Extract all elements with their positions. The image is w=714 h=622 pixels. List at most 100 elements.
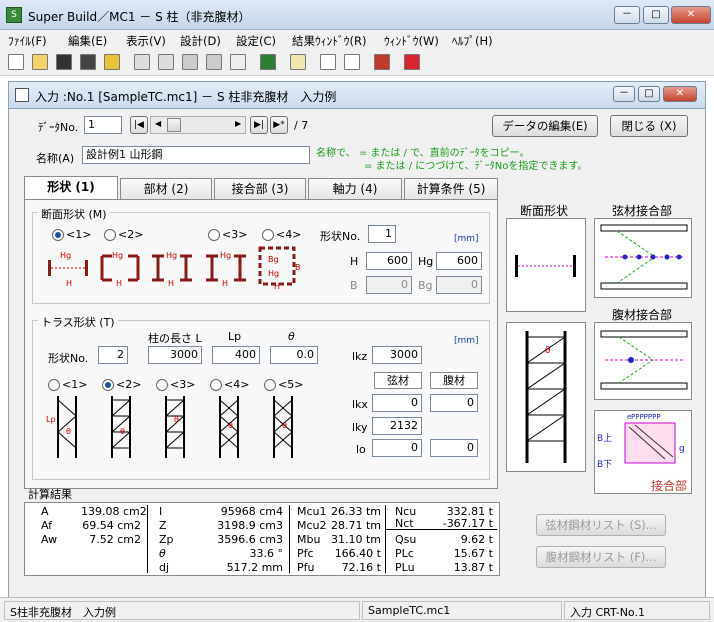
- section-figure: [506, 218, 586, 312]
- record-scrollbar[interactable]: ◀ ▶: [150, 116, 246, 134]
- theta-input[interactable]: 0.0: [270, 346, 318, 364]
- truss-shape-no-input[interactable]: 2: [98, 346, 128, 364]
- column-length-input[interactable]: 3000: [148, 346, 202, 364]
- settings-icon[interactable]: [230, 54, 246, 70]
- joint-detail-figure: PPPPPPP e B上 B下 g 接合部: [594, 410, 692, 494]
- svg-text:Hg: Hg: [60, 251, 71, 260]
- tab-shape[interactable]: 形状 (1): [24, 176, 118, 200]
- truss-radio-2[interactable]: [102, 379, 114, 391]
- edit-data-button[interactable]: データの編集(E): [492, 115, 598, 137]
- lo-web-input[interactable]: 0: [430, 439, 478, 457]
- monitor-icon[interactable]: [260, 54, 276, 70]
- inner-close-button[interactable]: ✕: [663, 86, 697, 102]
- save-as-icon[interactable]: [80, 54, 96, 70]
- minimize-button[interactable]: －: [614, 6, 640, 24]
- joint-detail-label: 接合部: [651, 479, 688, 493]
- menu-view[interactable]: 表示(V): [126, 33, 166, 49]
- tab-member[interactable]: 部材 (2): [120, 178, 212, 199]
- svg-text:θ: θ: [174, 415, 179, 424]
- lkz-input[interactable]: 3000: [372, 346, 422, 364]
- section-radio-3[interactable]: [208, 229, 220, 241]
- lp-input[interactable]: 400: [212, 346, 260, 364]
- new-record-button[interactable]: ▶*: [270, 116, 288, 134]
- svg-text:H: H: [168, 279, 174, 288]
- menu-file[interactable]: ﾌｧｲﾙ(F): [8, 33, 47, 49]
- name-input[interactable]: 設計例1 山形鋼: [82, 146, 310, 164]
- menu-design[interactable]: 設計(D): [180, 33, 221, 49]
- window-title: Super Build／MC1 － S 柱（非充腹材）: [28, 10, 251, 24]
- tab-calc-conditions[interactable]: 計算条件 (5): [404, 178, 498, 199]
- svg-text:B上: B上: [597, 433, 612, 444]
- menu-settings[interactable]: 設定(C): [236, 33, 276, 49]
- preview-icon[interactable]: [158, 54, 174, 70]
- input-window-titlebar: 入力 :No.1 [SampleTC.mc1] － S 柱非充腹材 入力例 － …: [8, 81, 706, 109]
- scroll-thumb[interactable]: [167, 118, 181, 132]
- web-steel-list-button[interactable]: 腹材鋼材リスト (F)...: [536, 546, 666, 568]
- result-name: Pfu: [297, 561, 315, 574]
- hg-input[interactable]: 600: [436, 252, 482, 270]
- truss-radio-1[interactable]: [48, 379, 60, 391]
- scroll-right-icon[interactable]: ▶: [235, 119, 241, 128]
- tab-axial[interactable]: 軸力 (4): [308, 178, 402, 199]
- menu-edit[interactable]: 編集(E): [68, 33, 107, 49]
- menu-help[interactable]: ﾍﾙﾌﾟ(H): [452, 33, 493, 49]
- menu-results-window[interactable]: 結果ｳｨﾝﾄﾞｳ(R): [292, 33, 366, 49]
- lky-chord-input[interactable]: 2132: [372, 417, 422, 435]
- book-icon[interactable]: [374, 54, 390, 70]
- section-shape-no-input[interactable]: 1: [368, 225, 396, 243]
- title-bar: S Super Build／MC1 － S 柱（非充腹材） － □ ✕: [0, 0, 714, 30]
- svg-text:θ: θ: [545, 346, 551, 356]
- svg-text:Hg: Hg: [112, 251, 123, 260]
- svg-text:H: H: [116, 279, 122, 288]
- open-icon[interactable]: [32, 54, 48, 70]
- b-input[interactable]: 0: [366, 276, 412, 294]
- copy-icon[interactable]: [320, 54, 336, 70]
- scroll-left-icon[interactable]: ◀: [155, 119, 161, 128]
- last-record-button[interactable]: ▶|: [250, 116, 268, 134]
- result-value: 139.08 cm2: [81, 505, 147, 518]
- exit-icon[interactable]: [404, 54, 420, 70]
- bg-input[interactable]: 0: [436, 276, 482, 294]
- doc-icon: [15, 88, 29, 102]
- truss-radio-4[interactable]: [210, 379, 222, 391]
- close-button[interactable]: ✕: [671, 6, 711, 24]
- maximize-button[interactable]: □: [643, 6, 669, 24]
- window-tile-icon[interactable]: [344, 54, 360, 70]
- status-file: SampleTC.mc1: [362, 601, 562, 620]
- truss-radio-3[interactable]: [156, 379, 168, 391]
- section-radio-4[interactable]: [262, 229, 274, 241]
- close-dialog-button[interactable]: 閉じる (X): [610, 115, 688, 137]
- truss-option-2: <2>: [116, 378, 142, 391]
- lkx-web-input[interactable]: 0: [430, 394, 478, 412]
- folder-icon[interactable]: [104, 54, 120, 70]
- truss-radio-5[interactable]: [264, 379, 276, 391]
- result-name: Qsu: [395, 533, 417, 546]
- result-value: 69.54 cm2: [82, 519, 141, 532]
- inner-minimize-button[interactable]: －: [613, 86, 635, 102]
- toolbar: [0, 50, 714, 76]
- save-icon[interactable]: [56, 54, 72, 70]
- result-value: 7.52 cm2: [89, 533, 141, 546]
- tab-joint[interactable]: 接合部 (3): [214, 178, 306, 199]
- section-group-label: 断面形状 (M): [38, 206, 110, 222]
- lo-chord-input[interactable]: 0: [372, 439, 422, 457]
- document-icon[interactable]: [290, 54, 306, 70]
- svg-text:H: H: [222, 279, 228, 288]
- inner-maximize-button[interactable]: □: [638, 86, 660, 102]
- print-icon[interactable]: [134, 54, 150, 70]
- section-radio-1[interactable]: [52, 229, 64, 241]
- result-value: 28.71 tm: [330, 519, 381, 532]
- h-input[interactable]: 600: [366, 252, 412, 270]
- print-setup-icon[interactable]: [182, 54, 198, 70]
- first-record-button[interactable]: |◀: [130, 116, 148, 134]
- section-radio-2[interactable]: [104, 229, 116, 241]
- lkx-chord-input[interactable]: 0: [372, 394, 422, 412]
- svg-text:PPPPPPP: PPPPPPP: [631, 413, 661, 421]
- data-no-input[interactable]: 1: [84, 116, 122, 134]
- new-icon[interactable]: [8, 54, 24, 70]
- svg-text:θ: θ: [282, 421, 287, 430]
- result-name: Zp: [159, 533, 174, 546]
- chord-steel-list-button[interactable]: 弦材鋼材リスト (S)...: [536, 514, 666, 536]
- printer-icon[interactable]: [206, 54, 222, 70]
- menu-window[interactable]: ｳｨﾝﾄﾞｳ(W): [384, 33, 439, 49]
